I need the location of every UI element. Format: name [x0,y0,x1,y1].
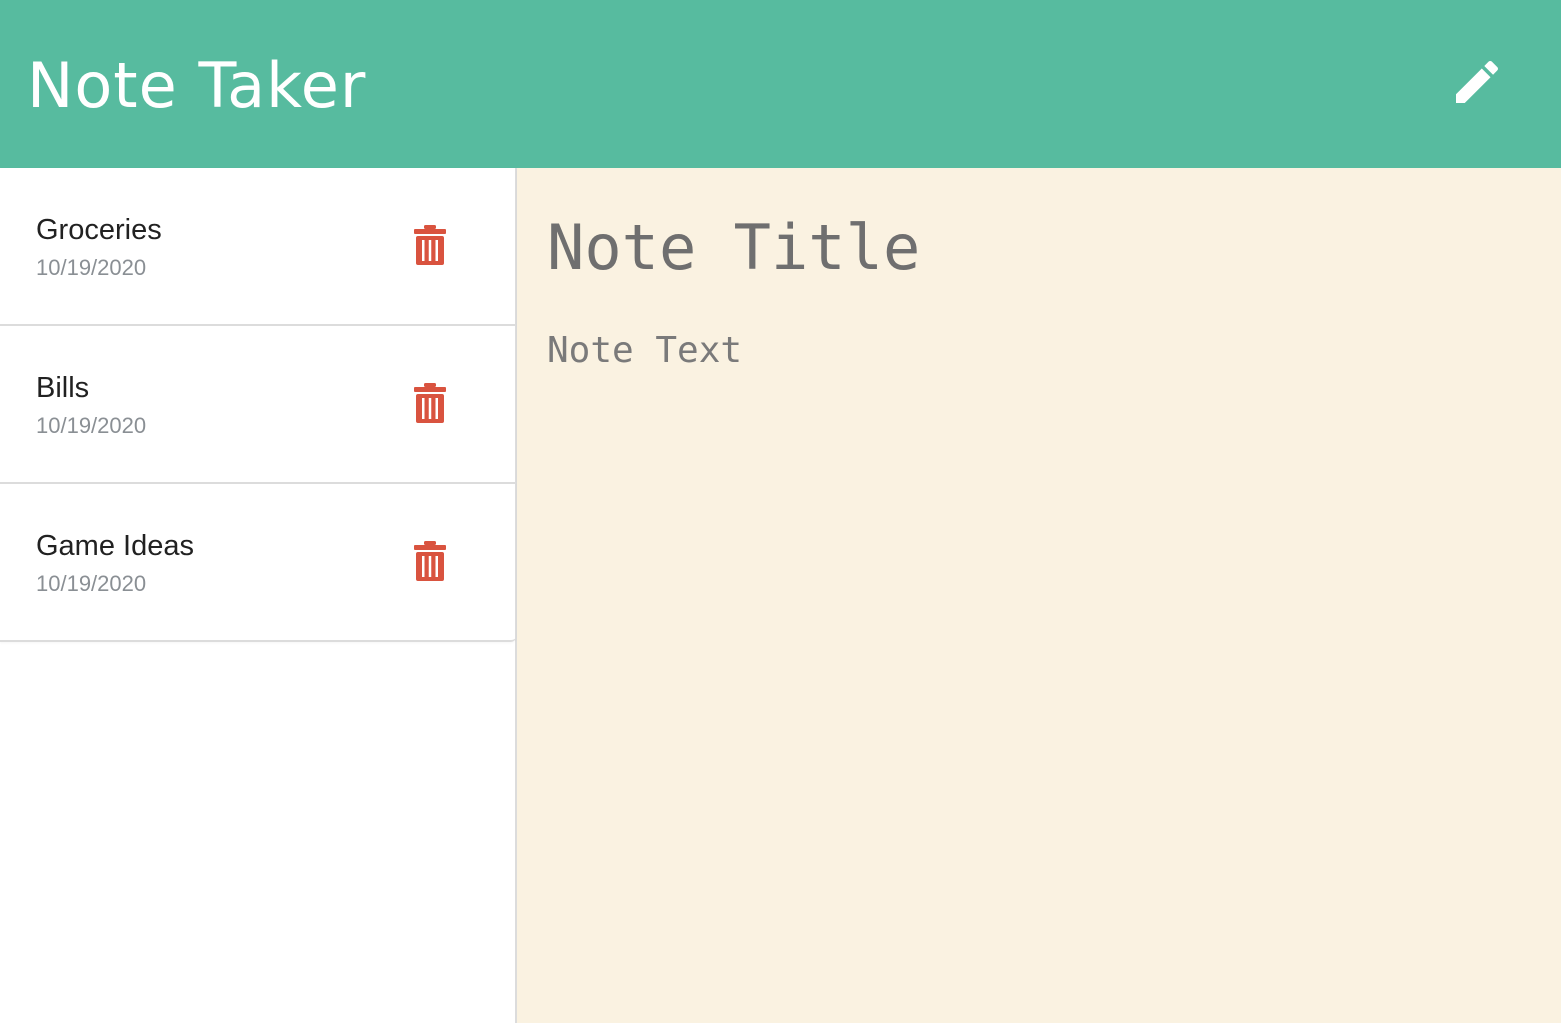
note-title: Game Ideas [36,530,194,562]
delete-note-button[interactable] [412,382,448,424]
note-item-groceries[interactable]: Groceries 10/19/2020 [0,168,516,326]
new-note-button[interactable] [1449,54,1505,110]
note-list: Groceries 10/19/2020 Bills 10/19/2020 Ga… [0,168,516,642]
note-item-game-ideas[interactable]: Game Ideas 10/19/2020 [0,484,516,640]
pencil-icon [1456,60,1499,103]
note-item-bills[interactable]: Bills 10/19/2020 [0,326,516,484]
navbar: Note Taker [0,0,1561,168]
note-date: 10/19/2020 [36,413,147,438]
trash-icon [414,383,446,423]
delete-note-button[interactable] [412,224,448,266]
note-editor [517,168,1561,1023]
note-date: 10/19/2020 [36,255,147,280]
note-text-area[interactable] [547,328,1527,988]
app-title: Note Taker [27,49,367,122]
note-title: Groceries [36,214,162,246]
trash-icon [414,541,446,581]
sidebar: Groceries 10/19/2020 Bills 10/19/2020 Ga… [0,168,517,1023]
note-title: Bills [36,372,90,404]
trash-icon [414,225,446,265]
delete-note-button[interactable] [412,540,448,582]
note-title-input[interactable] [547,204,1527,290]
note-date: 10/19/2020 [36,571,147,596]
